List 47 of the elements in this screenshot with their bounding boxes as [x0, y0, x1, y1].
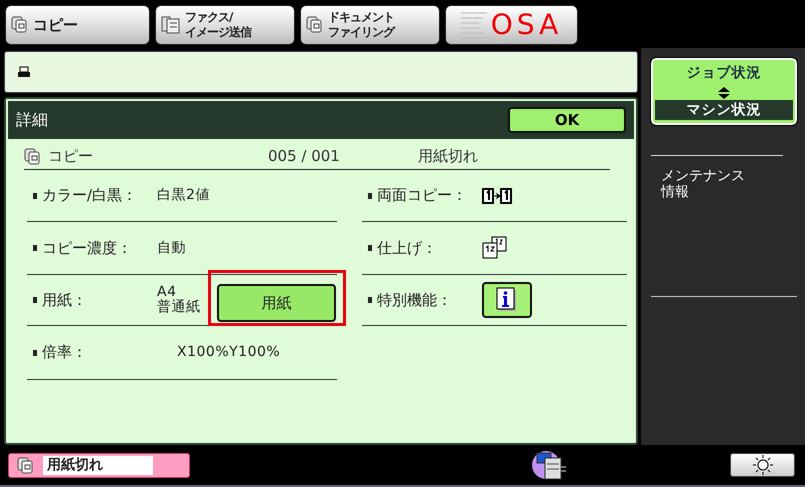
bullet-icon — [368, 297, 372, 303]
mode-tab[interactable]: コピー — [5, 5, 150, 45]
setting-value: 白黒2値 — [157, 188, 210, 203]
job-status: 用紙切れ — [418, 146, 479, 166]
setting-label: 仕上げ： — [377, 238, 438, 258]
setting-value: X100%Y100% — [177, 345, 280, 360]
toggle-option[interactable]: ジョブ状況 — [655, 60, 793, 86]
copy-icon — [11, 16, 29, 34]
setting-value: A4 普通紙 — [157, 285, 200, 315]
panel-title: 詳細 — [16, 110, 48, 130]
setting-label: 両面コピー： — [377, 186, 468, 205]
bullet-icon — [33, 350, 37, 356]
info-icon — [496, 287, 518, 313]
toggle-option[interactable]: マシン状況 — [655, 100, 793, 120]
setting-value: 自動 — [157, 240, 186, 256]
printer-icon — [17, 66, 31, 78]
bullet-icon — [368, 245, 372, 251]
setting-label: 特別機能： — [377, 290, 453, 310]
mode-tab[interactable]: ファクス/ イメージ送信 — [155, 5, 295, 45]
special-functions-button[interactable] — [482, 282, 532, 318]
job-name: コピー — [48, 146, 94, 166]
stripes-icon — [460, 10, 487, 40]
copy-icon — [306, 16, 324, 34]
setting-label: コピー濃度： — [42, 238, 133, 258]
status-message: 用紙切れ — [8, 452, 190, 478]
bullet-icon — [368, 192, 372, 198]
duplex-icon — [482, 186, 512, 204]
setting-label: カラー/白黒： — [42, 186, 138, 205]
paper-button[interactable]: 用紙 — [217, 284, 336, 322]
maintenance-info-link[interactable]: メンテナンス 情報 — [661, 168, 797, 200]
setting-label: 用紙： — [42, 290, 88, 310]
job-count: 005 / 001 — [268, 147, 341, 165]
setting-label: 倍率： — [42, 343, 88, 362]
copy-icon — [24, 148, 40, 164]
up-down-arrow-icon — [717, 86, 731, 100]
ok-button[interactable]: OK — [508, 107, 626, 133]
sorted-pages-icon — [482, 236, 508, 260]
sun-icon — [752, 455, 772, 475]
bullet-icon — [33, 192, 37, 198]
bullet-icon — [33, 245, 37, 251]
mode-tab[interactable]: ドキュメント ファイリング — [300, 5, 440, 45]
brightness-button[interactable] — [730, 453, 795, 477]
machine-icon — [532, 449, 568, 481]
document-icon — [161, 15, 181, 35]
copy-icon — [17, 456, 33, 474]
bullet-icon — [33, 297, 37, 303]
status-toggle[interactable]: ジョブ状況 マシン状況 — [651, 58, 797, 125]
